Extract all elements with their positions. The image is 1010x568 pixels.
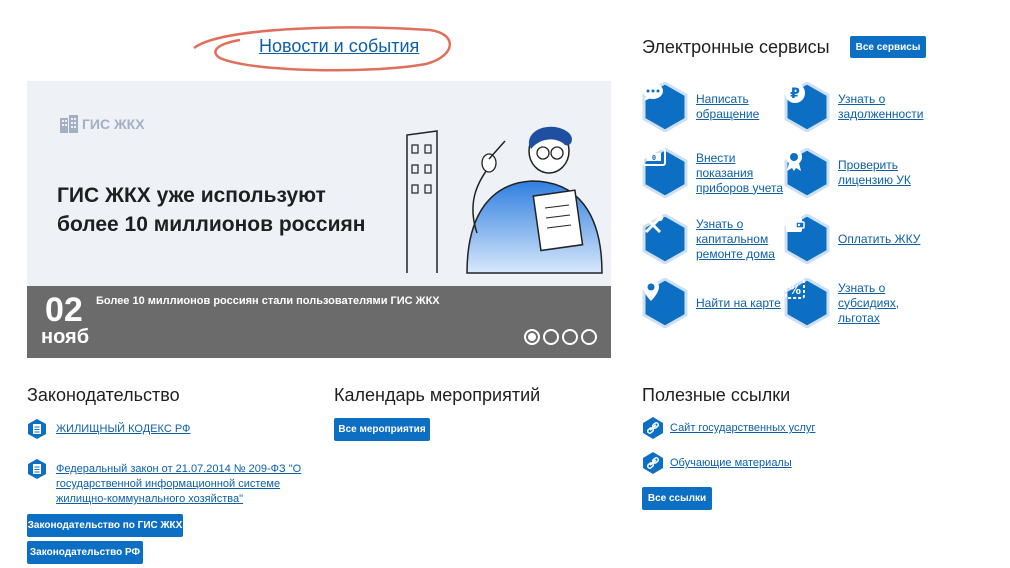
service-label[interactable]: Узнать о задолженности [838, 92, 928, 122]
service-label[interactable]: Написать обращение [696, 92, 786, 122]
slider-dot-2[interactable] [543, 329, 559, 345]
legislation-title: Законодательство [27, 385, 180, 405]
news-caption[interactable]: Более 10 миллионов россиян стали пользов… [96, 294, 446, 309]
hex-badge [642, 82, 688, 132]
hex-badge [642, 214, 688, 264]
services-title: Электронные сервисы [642, 37, 830, 57]
all-events-button[interactable]: Все мероприятия [334, 418, 430, 441]
law-item-housing-code[interactable]: ЖИЛИЩНЫЙ КОДЕКС РФ [27, 418, 317, 440]
service-label[interactable]: Найти на карте [696, 296, 786, 311]
service-write-appeal[interactable]: Написать обращение [642, 82, 786, 132]
hex-badge [784, 214, 830, 264]
law-item-federal-law[interactable]: Федеральный закон от 21.07.2014 № 209-ФЗ… [27, 458, 307, 507]
svg-text:₽: ₽ [790, 86, 800, 102]
service-check-debt[interactable]: ₽ Узнать о задолженности [784, 82, 928, 132]
percent-icon: % [784, 278, 830, 328]
gis-logo: ГИС ЖКХ [59, 114, 145, 134]
ruble-icon: ₽ [784, 82, 830, 132]
document-icon [28, 459, 46, 479]
link-item-label[interactable]: Обучающие материалы [670, 457, 792, 469]
law-item-label[interactable]: ЖИЛИЩНЫЙ КОДЕКС РФ [56, 422, 190, 437]
links-title: Полезные ссылки [642, 385, 791, 405]
banner-heading: ГИС ЖКХ уже используют более 10 миллионо… [57, 181, 387, 239]
service-find-on-map[interactable]: Найти на карте [642, 278, 786, 328]
building-icon [60, 115, 78, 133]
link-icon [643, 417, 663, 439]
service-pay-utilities[interactable]: Оплатить ЖКУ [784, 214, 928, 264]
service-subsidies[interactable]: % Узнать о субсидиях, льготах [784, 278, 928, 328]
service-check-license[interactable]: Проверить лицензию УК [784, 148, 928, 198]
news-title-link[interactable]: Новости и события [259, 36, 419, 57]
meter-icon: 0 [642, 148, 688, 198]
service-capital-repair[interactable]: Узнать о капитальном ремонте дома [642, 214, 786, 264]
all-links-button[interactable]: Все ссылки [642, 487, 712, 510]
slider-dot-3[interactable] [562, 329, 578, 345]
news-banner[interactable]: ГИС ЖКХ ГИС ЖКХ уже используют более 10 … [27, 81, 611, 358]
link-icon [643, 452, 663, 474]
legislation-rf-button[interactable]: Законодательство РФ [27, 541, 143, 564]
logo-text: ГИС ЖКХ [82, 116, 145, 132]
banner-heading-line2: более 10 миллионов россиян [57, 213, 366, 236]
document-icon [28, 419, 46, 439]
map-pin-icon [642, 278, 688, 328]
service-label[interactable]: Оплатить ЖКУ [838, 232, 928, 247]
banner-heading-line1: ГИС ЖКХ уже используют [57, 184, 326, 207]
link-item-training[interactable]: Обучающие материалы [642, 451, 792, 475]
banner-caption-bar: 02 нояб Более 10 миллионов россиян стали… [27, 286, 611, 358]
link-item-gosuslugi[interactable]: Сайт государственных услуг [642, 416, 815, 440]
hex-badge: ₽ [784, 82, 830, 132]
slider-dot-1[interactable] [524, 329, 540, 345]
law-item-label[interactable]: Федеральный закон от 21.07.2014 № 209-ФЗ… [56, 462, 306, 507]
hex-badge [784, 148, 830, 198]
hex-badge: % [784, 278, 830, 328]
chat-icon [642, 82, 688, 132]
service-label[interactable]: Внести показания приборов учета [696, 151, 786, 196]
svg-text:0: 0 [652, 154, 656, 162]
slider-dot-4[interactable] [581, 329, 597, 345]
license-icon [784, 148, 830, 198]
news-date-day: 02 [45, 291, 83, 329]
legislation-gis-button[interactable]: Законодательство по ГИС ЖКХ [27, 514, 183, 537]
service-label[interactable]: Узнать о капитальном ремонте дома [696, 217, 786, 262]
service-label[interactable]: Проверить лицензию УК [838, 158, 928, 188]
news-date-month: нояб [41, 326, 90, 348]
slider-dots [524, 329, 597, 345]
hex-badge: 0 [642, 148, 688, 198]
calendar-title: Календарь мероприятий [334, 385, 541, 405]
service-label[interactable]: Узнать о субсидиях, льготах [838, 281, 928, 326]
hex-badge [642, 278, 688, 328]
all-services-button[interactable]: Все сервисы [850, 36, 926, 58]
link-item-label[interactable]: Сайт государственных услуг [670, 422, 815, 434]
svg-text:%: % [789, 283, 801, 297]
service-meter-readings[interactable]: 0 Внести показания приборов учета [642, 148, 786, 198]
wallet-icon [784, 214, 830, 264]
tools-icon [642, 214, 688, 264]
person-illustration [406, 126, 603, 274]
